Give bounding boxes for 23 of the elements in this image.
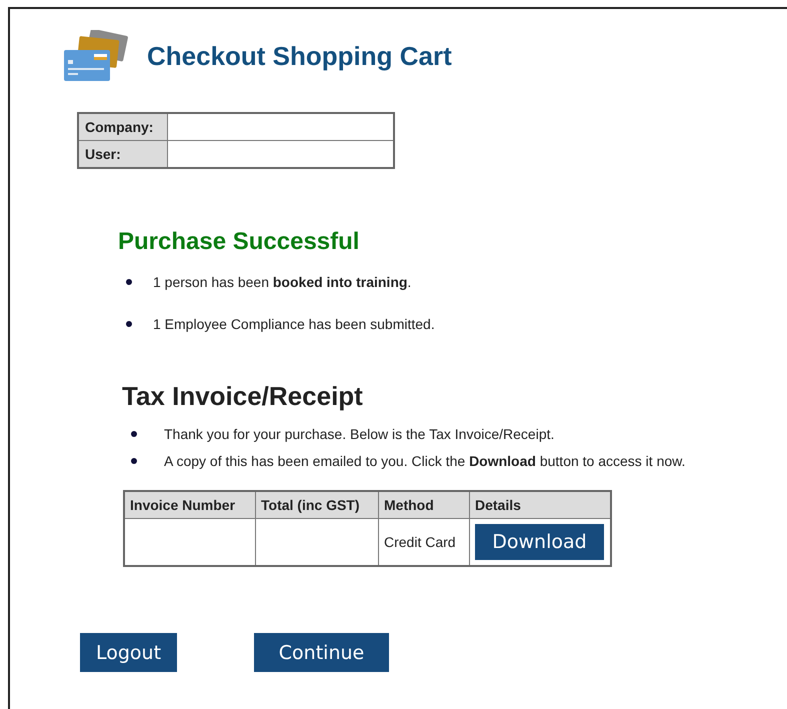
bullet-text: 1 Employee Compliance has been submitted. <box>153 316 435 332</box>
column-header: Details <box>470 491 611 518</box>
column-header: Invoice Number <box>124 491 256 518</box>
credit-cards-icon <box>62 30 130 83</box>
bullet-icon <box>126 279 132 285</box>
bullet-icon <box>126 321 132 327</box>
field-label: Company: <box>78 113 168 140</box>
column-header: Method <box>378 491 470 518</box>
bullet-icon <box>131 458 137 464</box>
input-field[interactable] <box>168 140 394 168</box>
input-field[interactable] <box>168 113 394 140</box>
success-heading: Purchase Successful <box>118 227 360 257</box>
field-label: User: <box>78 140 168 168</box>
column-header: Total (inc GST) <box>256 491 378 518</box>
bullet-text: Thank you for your purchase. Below is the Tax Invoice/Receipt. <box>164 426 554 442</box>
bullet-text: A copy of this has been emailed to you. Click the Download button to access it now. <box>164 452 686 468</box>
logout-button[interactable]: Logout <box>80 633 177 672</box>
bullet-text: 1 person has been booked into training. <box>153 274 412 290</box>
download-button[interactable]: Download <box>475 524 604 560</box>
bullet-icon <box>131 430 137 436</box>
section-heading: Tax Invoice/Receipt <box>122 380 364 412</box>
page-title: Checkout Shopping Cart <box>147 41 452 72</box>
continue-button[interactable]: Continue <box>254 633 389 672</box>
